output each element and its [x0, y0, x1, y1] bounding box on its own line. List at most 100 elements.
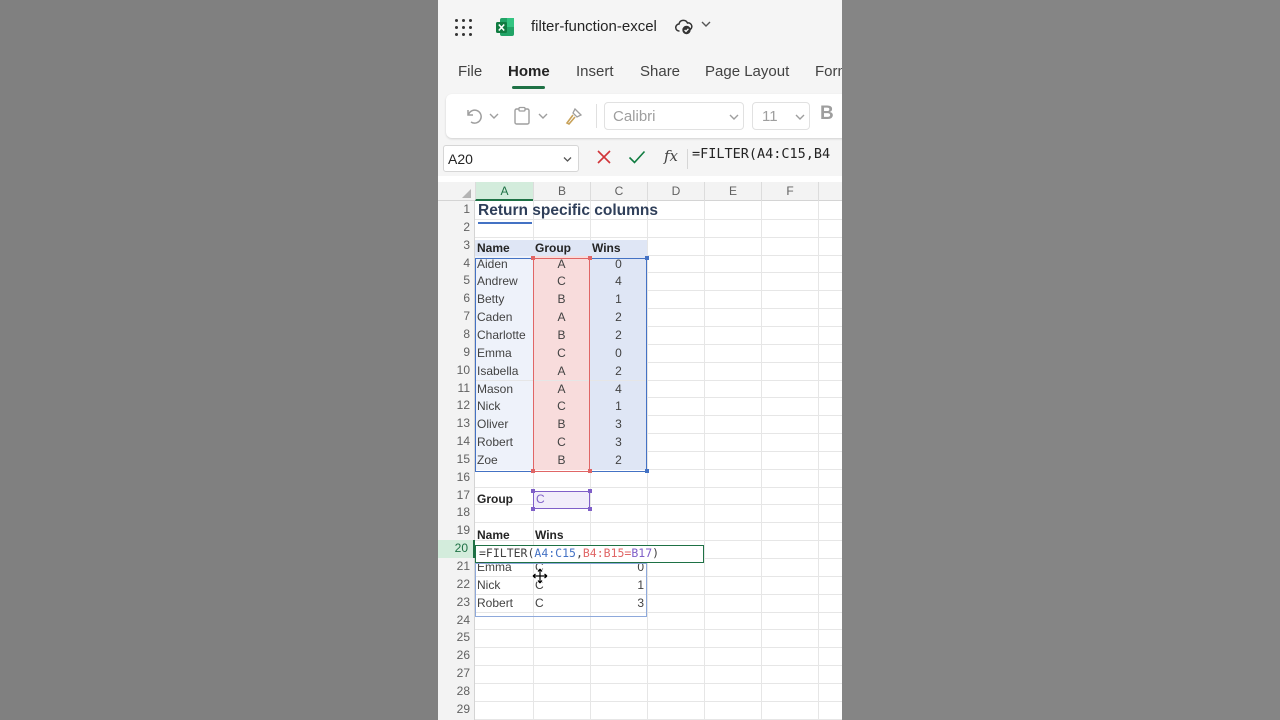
tab-file[interactable]: File [458, 63, 482, 80]
table-cell-group[interactable]: A [533, 362, 590, 381]
table-cell-wins[interactable]: 4 [590, 380, 647, 399]
range-handle[interactable] [531, 489, 535, 493]
row-header-7[interactable]: 7 [438, 308, 473, 326]
table-cell-wins[interactable]: 0 [590, 344, 647, 363]
table-cell-name[interactable]: Betty [475, 291, 533, 310]
row-header-9[interactable]: 9 [438, 344, 473, 362]
row-header-22[interactable]: 22 [438, 576, 473, 594]
table-cell-name[interactable]: Aiden [475, 255, 533, 274]
table-cell-group[interactable]: B [533, 291, 590, 310]
table-cell-group[interactable]: B [533, 451, 590, 470]
tab-insert[interactable]: Insert [576, 63, 614, 80]
table-cell-group[interactable]: B [533, 326, 590, 345]
row-header-27[interactable]: 27 [438, 665, 473, 683]
cancel-icon[interactable] [596, 149, 612, 165]
table-cell-wins[interactable]: 2 [590, 451, 647, 470]
result-cell-wins[interactable]: 0 [590, 559, 647, 577]
chevron-down-icon[interactable] [701, 19, 711, 29]
result-header-wins[interactable]: Wins [533, 527, 590, 545]
criteria-value-cell[interactable]: C [533, 491, 590, 509]
bold-button[interactable]: B [820, 103, 834, 125]
range-handle[interactable] [588, 507, 592, 511]
row-header-8[interactable]: 8 [438, 326, 473, 344]
row-header-25[interactable]: 25 [438, 629, 473, 647]
row-header-23[interactable]: 23 [438, 594, 473, 612]
table-cell-wins[interactable]: 2 [590, 309, 647, 327]
result-cell-name[interactable]: Nick [475, 577, 533, 595]
table-cell-wins[interactable]: 1 [590, 398, 647, 417]
table-cell-name[interactable]: Nick [475, 398, 533, 417]
row-header-21[interactable]: 21 [438, 558, 473, 576]
row-header-17[interactable]: 17 [438, 487, 473, 505]
table-cell-name[interactable]: Mason [475, 380, 533, 399]
row-header-16[interactable]: 16 [438, 469, 473, 487]
format-painter-icon[interactable] [564, 106, 584, 126]
column-header-e[interactable]: E [704, 182, 761, 201]
row-header-15[interactable]: 15 [438, 451, 473, 469]
table-cell-group[interactable]: A [533, 380, 590, 399]
sheet-title[interactable]: Return specific columns [478, 202, 658, 220]
autosave-cloud-icon[interactable] [675, 18, 693, 36]
undo-icon[interactable] [463, 106, 483, 126]
row-header-20[interactable]: 20 [438, 540, 475, 558]
check-icon[interactable] [628, 149, 646, 165]
result-cell-wins[interactable]: 3 [590, 595, 647, 613]
row-header-18[interactable]: 18 [438, 504, 473, 522]
clipboard-icon[interactable] [512, 106, 532, 126]
table-cell-wins[interactable]: 3 [590, 434, 647, 452]
table-cell-name[interactable]: Charlotte [475, 326, 533, 345]
table-cell-group[interactable]: C [533, 273, 590, 292]
table-cell-group[interactable]: A [533, 309, 590, 327]
column-header-c[interactable]: C [590, 182, 647, 201]
row-header-13[interactable]: 13 [438, 415, 473, 433]
range-handle[interactable] [531, 469, 535, 473]
table-cell-name[interactable]: Oliver [475, 416, 533, 435]
range-handle[interactable] [531, 507, 535, 511]
formula-input[interactable]: =FILTER(A4:C15,B4 [692, 146, 830, 162]
row-header-12[interactable]: 12 [438, 397, 473, 415]
result-cell-name[interactable]: Emma [475, 559, 533, 577]
font-family-select[interactable]: Calibri [604, 102, 744, 130]
table-cell-wins[interactable]: 2 [590, 362, 647, 381]
table-cell-wins[interactable]: 2 [590, 326, 647, 345]
table-cell-wins[interactable]: 3 [590, 416, 647, 435]
column-header-f[interactable]: F [761, 182, 818, 201]
row-header-10[interactable]: 10 [438, 362, 473, 380]
criteria-label[interactable]: Group [475, 491, 533, 509]
range-handle[interactable] [645, 469, 649, 473]
tab-formulas[interactable]: Form [815, 63, 842, 80]
table-cell-name[interactable]: Zoe [475, 451, 533, 470]
app-launcher-icon[interactable] [455, 19, 472, 36]
font-size-select[interactable]: 11 [752, 102, 810, 130]
row-header-29[interactable]: 29 [438, 701, 473, 719]
row-header-14[interactable]: 14 [438, 433, 473, 451]
row-header-2[interactable]: 2 [438, 219, 473, 237]
range-handle[interactable] [588, 469, 592, 473]
range-handle[interactable] [588, 489, 592, 493]
row-header-1[interactable]: 1 [438, 201, 473, 219]
undo-chevron-icon[interactable] [489, 112, 499, 120]
table-cell-group[interactable]: C [533, 434, 590, 452]
range-handle[interactable] [588, 256, 592, 260]
table-cell-name[interactable]: Robert [475, 434, 533, 452]
paste-chevron-icon[interactable] [538, 112, 548, 120]
row-header-28[interactable]: 28 [438, 683, 473, 701]
range-handle[interactable] [645, 256, 649, 260]
row-header-6[interactable]: 6 [438, 290, 473, 308]
row-header-11[interactable]: 11 [438, 380, 473, 398]
table-cell-name[interactable]: Isabella [475, 362, 533, 381]
table-cell-group[interactable]: B [533, 416, 590, 435]
name-box[interactable]: A20 [443, 145, 579, 172]
row-header-19[interactable]: 19 [438, 522, 473, 540]
tab-page-layout[interactable]: Page Layout [705, 63, 789, 80]
column-header-g[interactable] [818, 182, 842, 201]
table-cell-name[interactable]: Emma [475, 344, 533, 363]
insert-function-button[interactable]: fx [664, 147, 678, 165]
table-cell-wins[interactable]: 4 [590, 273, 647, 292]
table-cell-name[interactable]: Caden [475, 309, 533, 327]
result-cell-wins[interactable]: 1 [590, 577, 647, 595]
column-header-a[interactable]: A [475, 182, 533, 201]
column-header-d[interactable]: D [647, 182, 704, 201]
table-cell-wins[interactable]: 1 [590, 291, 647, 310]
row-header-4[interactable]: 4 [438, 255, 473, 273]
